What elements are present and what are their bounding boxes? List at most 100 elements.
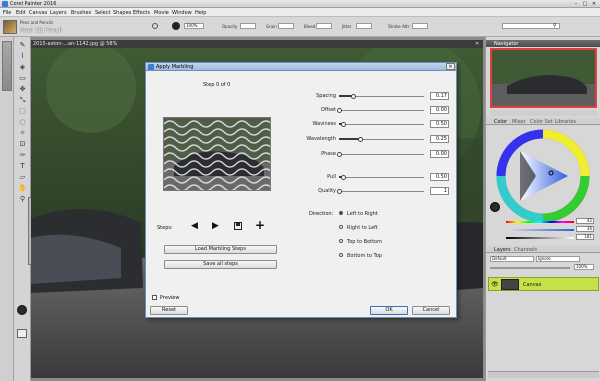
param-slider-phase[interactable] (339, 154, 424, 155)
stroke-attrs-field[interactable] (412, 23, 428, 29)
add-step-icon[interactable]: + (255, 219, 265, 231)
menu-window[interactable]: Window (172, 10, 192, 16)
color-set-libraries-tab[interactable]: Color Set Libraries (530, 119, 576, 125)
label-top-to-bottom[interactable]: Top to Bottom (347, 239, 382, 245)
param-slider-thumb[interactable] (351, 94, 357, 99)
layer-opacity-field[interactable]: 100% (574, 264, 594, 270)
color-value-1[interactable]: 42 (576, 218, 594, 224)
menu-movie[interactable]: Movie (154, 10, 169, 16)
grabber-tool-icon[interactable]: ✋ (17, 184, 28, 193)
navigator-panel-header[interactable]: Navigator (486, 40, 600, 47)
paint-bucket-icon[interactable]: ◈ (17, 63, 28, 72)
param-slider-quality[interactable] (339, 191, 424, 192)
menu-layers[interactable]: Layers (50, 10, 67, 16)
param-value-spacing[interactable]: 0.17 (430, 92, 449, 100)
param-value-offset[interactable]: 0.00 (430, 106, 449, 114)
dialog-close-icon[interactable]: ✕ (446, 63, 455, 70)
color-slider-s[interactable] (506, 229, 574, 231)
color-value-3[interactable]: 181 (576, 234, 594, 240)
color-wheel[interactable] (496, 129, 591, 224)
param-value-wavelength[interactable]: 0.25 (430, 135, 449, 143)
color-slider-h[interactable] (506, 221, 574, 223)
step-forward-icon[interactable]: ▶ (212, 221, 219, 231)
shape-tool-icon[interactable]: ▱ (17, 173, 28, 182)
channels-tab[interactable]: Channels (514, 247, 537, 253)
param-value-waviness[interactable]: 0.50 (430, 120, 449, 128)
text-tool-icon[interactable]: T (17, 162, 28, 171)
brush-tool-icon[interactable]: ✎ (17, 41, 28, 50)
param-slider-offset[interactable] (339, 110, 424, 111)
color-value-2[interactable]: 36 (576, 226, 594, 232)
layer-name[interactable]: Canvas (523, 282, 541, 288)
param-slider-thumb[interactable] (337, 189, 342, 194)
document-tab[interactable]: 2015-aston-...an-1142.jpg @ 58% ✕ (31, 40, 483, 48)
param-slider-thumb[interactable] (341, 122, 347, 127)
layer-row-canvas[interactable]: 👁 Canvas (488, 277, 599, 291)
param-slider-thumb[interactable] (341, 175, 347, 180)
brush-category[interactable]: Pens and Pencils (20, 20, 53, 25)
size-field[interactable]: 100% (184, 23, 204, 29)
mixer-tab[interactable]: Mixer (512, 119, 526, 125)
eraser-tool-icon[interactable]: ▭ (17, 74, 28, 83)
param-slider-waviness[interactable] (339, 124, 424, 125)
layers-tab[interactable]: Layers (494, 247, 511, 253)
reset-tool-icon[interactable] (152, 23, 158, 29)
brush-library-strip[interactable] (2, 41, 12, 91)
layer-opacity-slider[interactable] (490, 267, 570, 269)
load-marbling-steps-button[interactable]: Load Marbling Steps (164, 245, 277, 254)
radio-bottom-to-top[interactable] (339, 253, 343, 257)
menu-canvas[interactable]: Canvas (29, 10, 47, 16)
lasso-icon[interactable]: ◌ (17, 118, 28, 127)
reset-button[interactable]: Reset (150, 306, 188, 315)
opacity-field[interactable] (240, 23, 256, 29)
zoom-tool-icon[interactable]: ⚲ (17, 195, 28, 204)
save-all-steps-button[interactable]: Save all steps (164, 260, 277, 269)
bleed-field[interactable] (316, 23, 332, 29)
brush-dab-icon[interactable] (172, 22, 180, 30)
paper-swatch[interactable] (17, 329, 27, 338)
brush-search-input[interactable] (502, 23, 560, 29)
menu-shapes[interactable]: Shapes (113, 10, 131, 16)
radio-left-to-right[interactable] (339, 211, 343, 215)
step-back-icon[interactable]: ◀ (191, 221, 198, 231)
menu-select[interactable]: Select (95, 10, 110, 16)
navigator-preview[interactable] (490, 48, 597, 108)
menu-effects[interactable]: Effects (133, 10, 150, 16)
color-tab[interactable]: Color (494, 119, 507, 125)
close-button[interactable]: ✕ (590, 1, 598, 7)
minimize-button[interactable]: – (572, 1, 580, 7)
label-bottom-to-top[interactable]: Bottom to Top (347, 253, 382, 259)
visibility-eye-icon[interactable]: 👁 (491, 281, 499, 288)
dialog-title-bar[interactable]: Apply Marbling ✕ (146, 63, 456, 71)
label-left-to-right[interactable]: Left to Right (347, 211, 378, 217)
param-slider-pull[interactable] (339, 177, 424, 178)
crop-tool-icon[interactable]: ⊡ (17, 140, 28, 149)
menu-file[interactable]: File (3, 10, 11, 16)
menu-brushes[interactable]: Brushes (71, 10, 91, 16)
menu-edit[interactable]: Edit (16, 10, 26, 16)
brush-variant[interactable]: Real 2B Pencil (20, 27, 62, 34)
preview-checkbox[interactable] (152, 295, 157, 300)
cancel-button[interactable]: Cancel (412, 306, 450, 315)
param-slider-thumb[interactable] (358, 137, 364, 142)
ok-button[interactable]: OK (370, 306, 408, 315)
save-step-icon[interactable] (234, 222, 242, 230)
maximize-button[interactable]: □ (581, 1, 589, 7)
param-value-pull[interactable]: 0.50 (430, 173, 449, 181)
brush-selector-icon[interactable] (3, 20, 17, 34)
radio-right-to-left[interactable] (339, 225, 343, 229)
main-color-swatch[interactable] (17, 305, 27, 315)
menu-help[interactable]: Help (195, 10, 206, 16)
jitter-field[interactable] (356, 23, 372, 29)
transform-tool-icon[interactable]: ⤡ (17, 96, 28, 105)
magic-wand-icon[interactable]: ✧ (17, 129, 28, 138)
grain-field[interactable] (278, 23, 294, 29)
param-value-phase[interactable]: 0.00 (430, 150, 449, 158)
preview-label[interactable]: Preview (160, 295, 179, 301)
rect-select-icon[interactable]: ⬚ (17, 107, 28, 116)
param-slider-thumb[interactable] (337, 152, 342, 157)
document-close-icon[interactable]: ✕ (475, 41, 479, 47)
pen-tool-icon[interactable]: ✑ (17, 151, 28, 160)
composite-method-select[interactable]: Default (490, 256, 534, 262)
param-value-quality[interactable]: 1 (430, 187, 449, 195)
